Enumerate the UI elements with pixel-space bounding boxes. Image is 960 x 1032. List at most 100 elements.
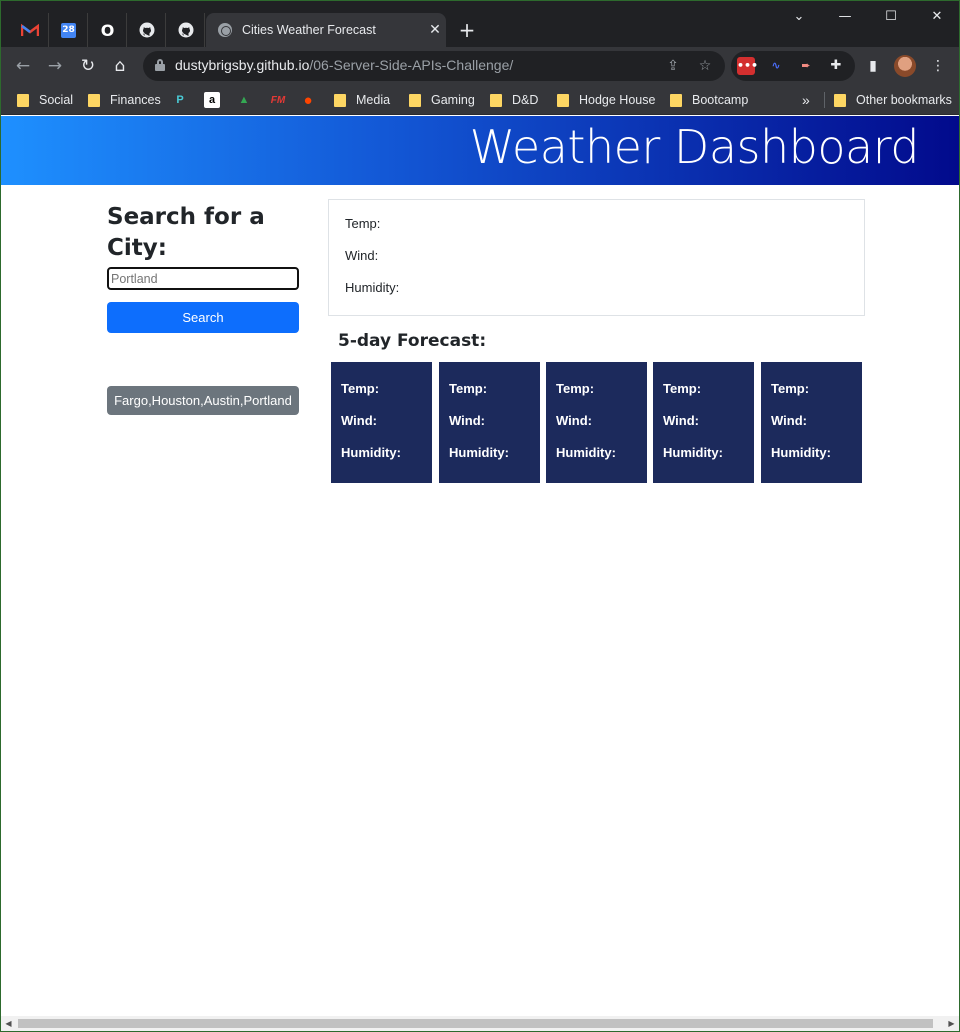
share-icon[interactable]: ⇪ (663, 56, 683, 76)
scroll-right-icon[interactable]: ▶ (944, 1016, 959, 1031)
current-wind-label: Wind: (345, 248, 379, 263)
github-icon (138, 21, 156, 39)
tab-search-button[interactable]: ⌄ (776, 7, 822, 27)
pinned-tab-github[interactable] (128, 13, 166, 47)
maximize-button[interactable]: ☐ (868, 7, 914, 27)
close-tab-icon[interactable]: ✕ (424, 22, 446, 38)
bookmark-folder-media[interactable]: Media (334, 90, 390, 110)
scrollbar-thumb[interactable] (18, 1019, 933, 1028)
bookmark-label: Social (39, 93, 74, 107)
folder-icon (670, 93, 682, 107)
bookmarks-overflow-button[interactable]: » (802, 90, 810, 110)
back-button[interactable]: ← (11, 54, 35, 78)
forward-button[interactable]: → (43, 54, 67, 78)
forecast-humidity-label: Humidity: (663, 445, 723, 460)
search-button[interactable]: Search (107, 302, 299, 333)
folder-icon (334, 93, 346, 107)
bookmark-label: D&D (512, 93, 539, 107)
forecast-card: Temp: Wind: Humidity: (546, 362, 647, 483)
bookmark-folder-other[interactable]: Other bookmarks (834, 90, 952, 110)
browser-toolbar: ← → ↻ ⌂ dustybrigsby.github.io/06-Server… (1, 47, 959, 85)
forecast-temp-label: Temp: (663, 381, 702, 396)
reload-icon: ↻ (80, 56, 96, 76)
page-header: Weather Dashboard (1, 116, 959, 185)
amazon-icon: a (204, 92, 220, 108)
window-close-button[interactable]: ✕ (914, 7, 959, 27)
current-weather-panel: Temp: Wind: Humidity: (328, 199, 865, 316)
page-content: Weather Dashboard Search for a City: Sea… (1, 116, 959, 1016)
bookmark-amazon[interactable]: a (204, 90, 220, 110)
forecast-humidity-label: Humidity: (341, 445, 401, 460)
folder-icon (17, 93, 29, 107)
arrow-left-icon: ← (15, 56, 31, 76)
globe-icon (218, 23, 232, 37)
folder-icon (88, 93, 100, 107)
bookmark-label: Bootcamp (692, 93, 749, 107)
tab-title: Cities Weather Forecast (242, 23, 376, 37)
bookmark-reddit[interactable]: ● (300, 90, 316, 110)
bookmark-folder-dnd[interactable]: D&D (490, 90, 538, 110)
side-panel-icon[interactable]: ▮ (863, 56, 883, 76)
bookmark-label: Finances (110, 93, 161, 107)
google-drive-icon: ▲ (238, 94, 250, 106)
address-bar[interactable]: dustybrigsby.github.io/06-Server-Side-AP… (143, 51, 725, 81)
fm-icon: FM (270, 94, 286, 106)
pinned-tab-calendar[interactable]: 28 (50, 13, 88, 47)
arrow-right-icon: → (47, 56, 63, 76)
url-text[interactable]: dustybrigsby.github.io/06-Server-Side-AP… (175, 57, 513, 73)
search-history-button[interactable]: Fargo,Houston,Austin,Portland (107, 386, 299, 415)
forecast-temp-label: Temp: (556, 381, 595, 396)
puzzle-icon[interactable]: ✚ (827, 57, 845, 75)
bookmark-folder-finances[interactable]: Finances (88, 90, 161, 110)
bookmark-tplink[interactable]: P (172, 90, 188, 110)
scroll-left-icon[interactable]: ◀ (1, 1016, 16, 1031)
gmail-icon (20, 21, 39, 39)
avatar[interactable] (894, 55, 916, 77)
folder-icon (490, 93, 502, 107)
tab-cities-weather-forecast[interactable]: Cities Weather Forecast ✕ (206, 13, 446, 47)
page-title: Weather Dashboard (469, 120, 920, 174)
bookmark-folder-social[interactable]: Social (17, 90, 73, 110)
home-icon: ⌂ (114, 56, 126, 76)
extensions-area: ••• ∿ ➨ ✚ (731, 51, 855, 81)
bookmark-label: Hodge House (579, 93, 656, 107)
pinned-tab-gmail[interactable] (11, 13, 49, 47)
tplink-icon: P (176, 94, 184, 106)
forecast-wind-label: Wind: (449, 413, 485, 428)
send-icon[interactable]: ➨ (797, 57, 815, 75)
bookmark-star-icon[interactable]: ☆ (695, 56, 715, 76)
minimize-button[interactable]: — (822, 7, 868, 27)
url-domain: dustybrigsby.github.io (175, 57, 310, 73)
pinned-tab-github-2[interactable] (167, 13, 205, 47)
bookmark-label: Gaming (431, 93, 475, 107)
forecast-humidity-label: Humidity: (556, 445, 616, 460)
bookmarks-divider (824, 92, 825, 108)
folder-icon (409, 93, 421, 107)
waveform-icon[interactable]: ∿ (767, 57, 785, 75)
reload-button[interactable]: ↻ (76, 54, 100, 78)
bookmark-folder-bootcamp[interactable]: Bootcamp (670, 90, 748, 110)
bookmark-fm[interactable]: FM (268, 90, 288, 110)
browser-window: 28 O Cities Weather Forecast ✕ + ⌄ — ☐ ✕… (0, 0, 960, 1032)
current-temp-label: Temp: (345, 216, 381, 231)
more-menu-icon[interactable]: ⋮ (928, 56, 948, 76)
bookmark-label: Media (356, 93, 391, 107)
forecast-wind-label: Wind: (556, 413, 592, 428)
pinned-tab-opera[interactable]: O (89, 13, 127, 47)
reddit-icon: ● (303, 91, 313, 109)
bookmark-google-drive[interactable]: ▲ (236, 90, 252, 110)
forecast-temp-label: Temp: (341, 381, 380, 396)
bookmarks-bar: Social Finances P a ▲ FM ● Media Gaming … (1, 85, 959, 115)
bookmark-folder-hodge-house[interactable]: Hodge House (557, 90, 655, 110)
horizontal-scrollbar[interactable]: ◀ ▶ (1, 1016, 959, 1031)
new-tab-button[interactable]: + (454, 18, 480, 44)
city-search-input[interactable] (107, 267, 299, 290)
calendar-icon: 28 (61, 22, 76, 38)
url-path: /06-Server-Side-APIs-Challenge/ (309, 57, 514, 73)
forecast-card: Temp: Wind: Humidity: (653, 362, 754, 483)
forecast-humidity-label: Humidity: (771, 445, 831, 460)
forecast-humidity-label: Humidity: (449, 445, 509, 460)
home-button[interactable]: ⌂ (108, 54, 132, 78)
bookmark-folder-gaming[interactable]: Gaming (409, 90, 475, 110)
lastpass-icon[interactable]: ••• (737, 57, 758, 75)
